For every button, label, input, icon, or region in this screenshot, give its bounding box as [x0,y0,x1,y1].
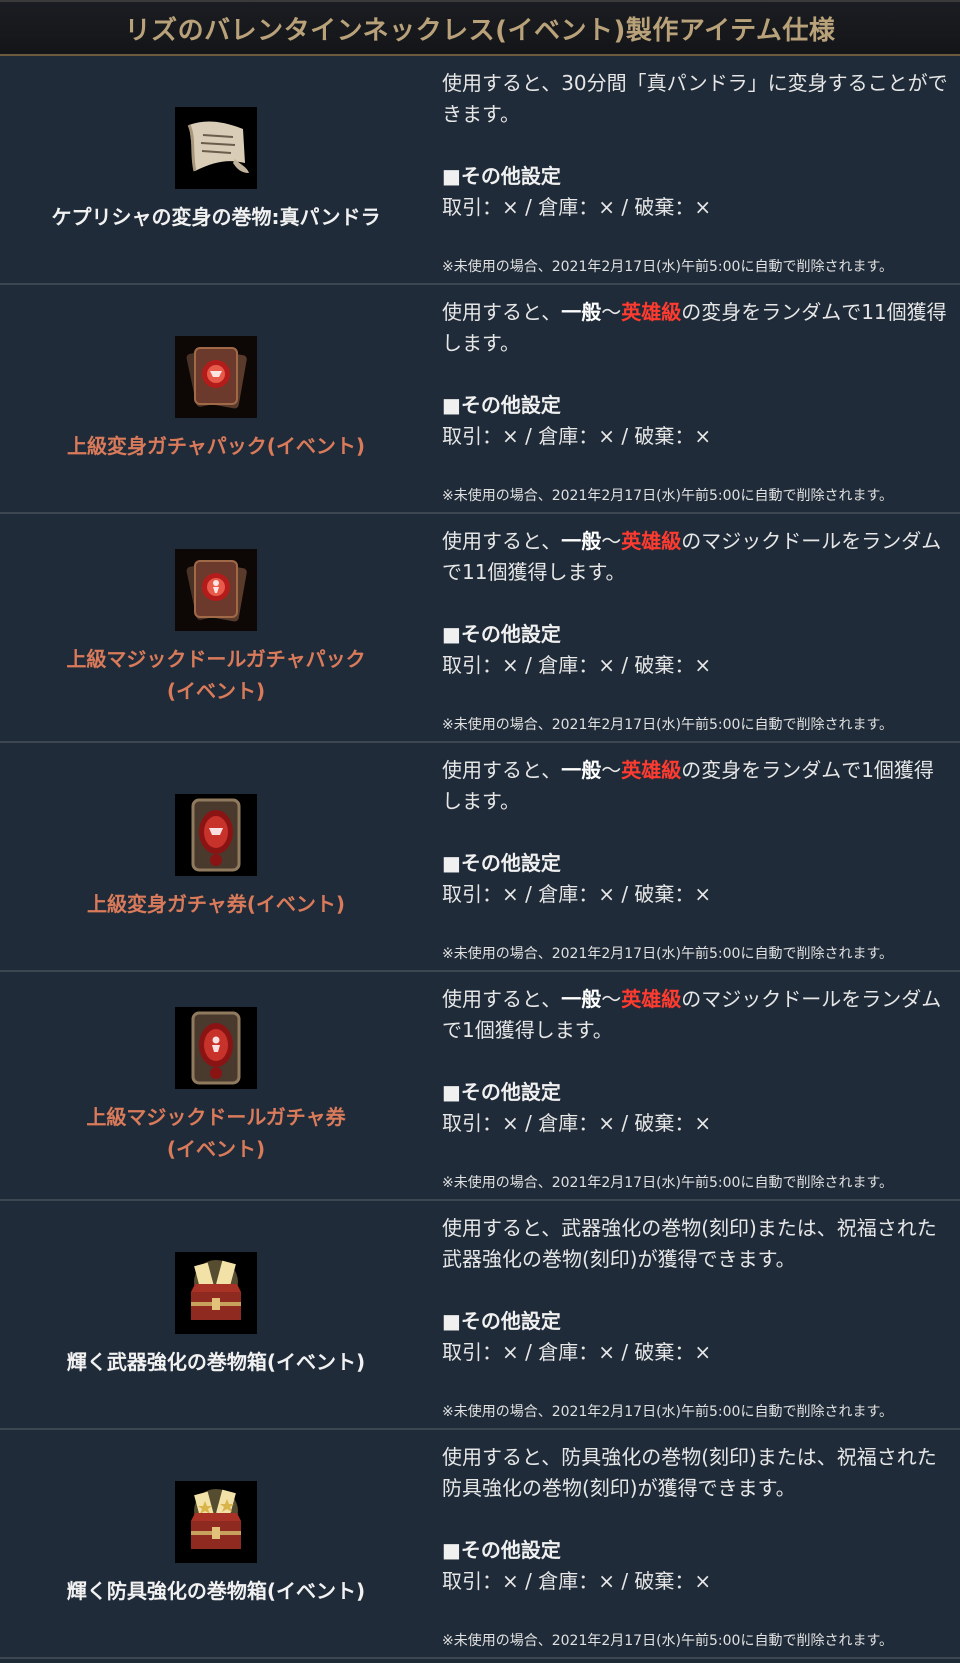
item-cell: 上級マジックドールガチャ券 (イベント) [0,972,432,1199]
trade-settings: 取引：× / 倉庫：× / 破棄：× [442,195,712,219]
item-name: 輝く武器強化の巻物箱(イベント) [66,1349,366,1374]
item-row: 輝く防具強化の巻物箱(イベント) 使用すると、防具強化の巻物(刻印)または、祝福… [0,1430,960,1659]
item-cell: 上級マジックドールガチャパック (イベント) [0,514,432,741]
page-title: リズのバレンタインネックレス(イベント)製作アイテム仕様 [124,15,836,46]
item-row: 上級マジックドールガチャ券 (イベント) 使用すると、一般～英雄級のマジックドー… [0,972,960,1201]
card-pack-icon [175,335,257,418]
item-description: 使用すると、武器強化の巻物(刻印)または、祝福された武器強化の巻物(刻印)が獲得… [442,1216,937,1271]
other-settings-heading: ■その他設定 [442,164,561,188]
item-name: 上級マジックドールガチャパック (イベント) [66,646,366,703]
item-cell: ケプリシャの変身の巻物:真パンドラ [0,56,432,283]
item-cell: 輝く防具強化の巻物箱(イベント) [0,1430,432,1657]
page-header: リズのバレンタインネックレス(イベント)製作アイテム仕様 [0,0,960,56]
trade-settings: 取引：× / 倉庫：× / 破棄：× [442,1569,712,1593]
item-description: 使用すると、一般～英雄級の変身をランダムで1個獲得します。 [442,758,934,813]
item-description: 使用すると、一般～英雄級の変身をランダムで11個獲得します。 [442,300,947,355]
item-description: 使用すると、一般～英雄級のマジックドールをランダムで11個獲得します。 [442,529,942,584]
item-detail: 使用すると、武器強化の巻物(刻印)または、祝福された武器強化の巻物(刻印)が獲得… [432,1201,960,1428]
item-description: 使用すると、一般～英雄級のマジックドールをランダムで1個獲得します。 [442,987,942,1042]
doll-ticket-icon [175,1006,257,1089]
item-row: 輝く武器強化の巻物箱(イベント) 使用すると、武器強化の巻物(刻印)または、祝福… [0,1201,960,1430]
item-cell: 上級変身ガチャパック(イベント) [0,285,432,512]
trade-settings: 取引：× / 倉庫：× / 破棄：× [442,1111,712,1135]
item-detail: 使用すると、一般～英雄級の変身をランダムで1個獲得します。 ■その他設定 取引：… [432,743,960,970]
deletion-note: ※未使用の場合、2021年2月17日(水)午前5:00に自動で削除されます。 [442,1404,894,1420]
deletion-note: ※未使用の場合、2021年2月17日(水)午前5:00に自動で削除されます。 [442,717,894,733]
treasure-chest-icon [175,1251,257,1334]
item-description: 使用すると、30分間「真パンドラ」に変身することができます。 [442,71,948,126]
item-cell: 上級変身ガチャ券(イベント) [0,743,432,970]
item-detail: 使用すると、一般～英雄級の変身をランダムで11個獲得します。 ■その他設定 取引… [432,285,960,512]
other-settings-heading: ■その他設定 [442,1538,561,1562]
deletion-note: ※未使用の場合、2021年2月17日(水)午前5:00に自動で削除されます。 [442,1175,894,1191]
other-settings-heading: ■その他設定 [442,851,561,875]
scroll-icon [175,106,257,189]
treasure-chest-icon [175,1480,257,1563]
item-row: ケプリシャの変身の巻物:真パンドラ 使用すると、30分間「真パンドラ」に変身する… [0,56,960,285]
item-name: ケプリシャの変身の巻物:真パンドラ [51,204,381,229]
trade-settings: 取引：× / 倉庫：× / 破棄：× [442,424,712,448]
other-settings-heading: ■その他設定 [442,1080,561,1104]
trade-settings: 取引：× / 倉庫：× / 破棄：× [442,882,712,906]
item-name: 上級変身ガチャ券(イベント) [86,891,346,916]
other-settings-heading: ■その他設定 [442,622,561,646]
other-settings-heading: ■その他設定 [442,1309,561,1333]
item-name: 輝く防具強化の巻物箱(イベント) [66,1578,366,1603]
item-row: 上級変身ガチャ券(イベント) 使用すると、一般～英雄級の変身をランダムで1個獲得… [0,743,960,972]
item-name: 上級変身ガチャパック(イベント) [66,433,366,458]
other-settings-heading: ■その他設定 [442,393,561,417]
trade-settings: 取引：× / 倉庫：× / 破棄：× [442,653,712,677]
doll-card-pack-icon [175,548,257,631]
item-cell: 輝く武器強化の巻物箱(イベント) [0,1201,432,1428]
item-description: 使用すると、防具強化の巻物(刻印)または、祝福された防具強化の巻物(刻印)が獲得… [442,1445,937,1500]
item-row: 上級マジックドールガチャパック (イベント) 使用すると、一般～英雄級のマジック… [0,514,960,743]
item-row: 上級変身ガチャパック(イベント) 使用すると、一般～英雄級の変身をランダムで11… [0,285,960,514]
deletion-note: ※未使用の場合、2021年2月17日(水)午前5:00に自動で削除されます。 [442,488,894,504]
item-detail: 使用すると、30分間「真パンドラ」に変身することができます。 ■その他設定 取引… [432,56,960,283]
item-name: 上級マジックドールガチャ券 (イベント) [86,1104,346,1161]
trade-settings: 取引：× / 倉庫：× / 破棄：× [442,1340,712,1364]
item-detail: 使用すると、一般～英雄級のマジックドールをランダムで11個獲得します。 ■その他… [432,514,960,741]
deletion-note: ※未使用の場合、2021年2月17日(水)午前5:00に自動で削除されます。 [442,1633,894,1649]
item-detail: 使用すると、一般～英雄級のマジックドールをランダムで1個獲得します。 ■その他設… [432,972,960,1199]
deletion-note: ※未使用の場合、2021年2月17日(水)午前5:00に自動で削除されます。 [442,946,894,962]
transform-ticket-icon [175,793,257,876]
deletion-note: ※未使用の場合、2021年2月17日(水)午前5:00に自動で削除されます。 [442,259,894,275]
item-detail: 使用すると、防具強化の巻物(刻印)または、祝福された防具強化の巻物(刻印)が獲得… [432,1430,960,1657]
